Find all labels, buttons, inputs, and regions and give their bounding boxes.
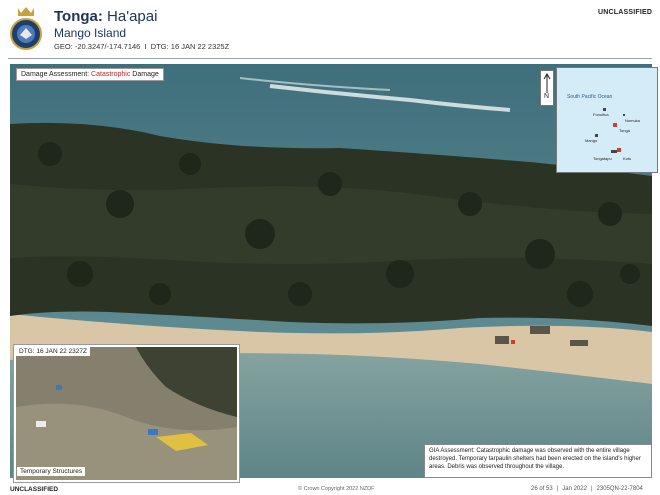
page-info: 26 of 53 | Jan 2022 | 2305QN-22-7804 [531,486,643,492]
map-place: Kotu [623,156,632,161]
map-place: Tonga [619,128,630,133]
map-place: Fonoifua [593,112,609,117]
damage-assessment-label: Damage Assessment: Catastrophic Damage [16,68,164,81]
page-number: 26 of 53 [531,486,553,492]
inset-locator-map: South Pacific Ocean Fonoifua Nomuka Mang… [556,67,658,173]
classification-top: UNCLASSIFIED [598,9,653,16]
report-ref: 2305QN-22-7804 [596,486,643,492]
map-location-marker [617,148,621,152]
marker-red [511,340,515,344]
map-place: Nomuka [625,118,640,123]
inset-photo-temporary-structures [13,344,240,483]
page-title: Tonga: Ha'apai [54,8,158,25]
map-place: Mango [585,138,598,143]
geo-dtg-line: GEO: -20.3247/-174.7146 I DTG: 16 JAN 22… [54,42,230,51]
header-divider [8,58,652,59]
blue-tarp [148,429,158,435]
report-date: Jan 2022 [562,486,587,492]
north-arrow: N [540,70,554,106]
ocean-label: South Pacific Ocean [567,94,613,100]
island-name: Mango Island [54,26,127,40]
inset-caption: Temporary Structures [17,467,86,476]
north-letter: N [544,93,550,100]
map-place: Tongatapu [593,156,612,161]
nzdf-crest-logo [8,6,44,52]
copyright: © Crown Copyright 2022 NZDF [298,486,375,492]
gia-assessment-box: GIA Assessment: Catastrophic damage was … [424,444,652,478]
classification-bottom: UNCLASSIFIED [10,486,59,493]
inset-dtg-label: DTG: 16 JAN 22 2327Z [16,347,90,356]
